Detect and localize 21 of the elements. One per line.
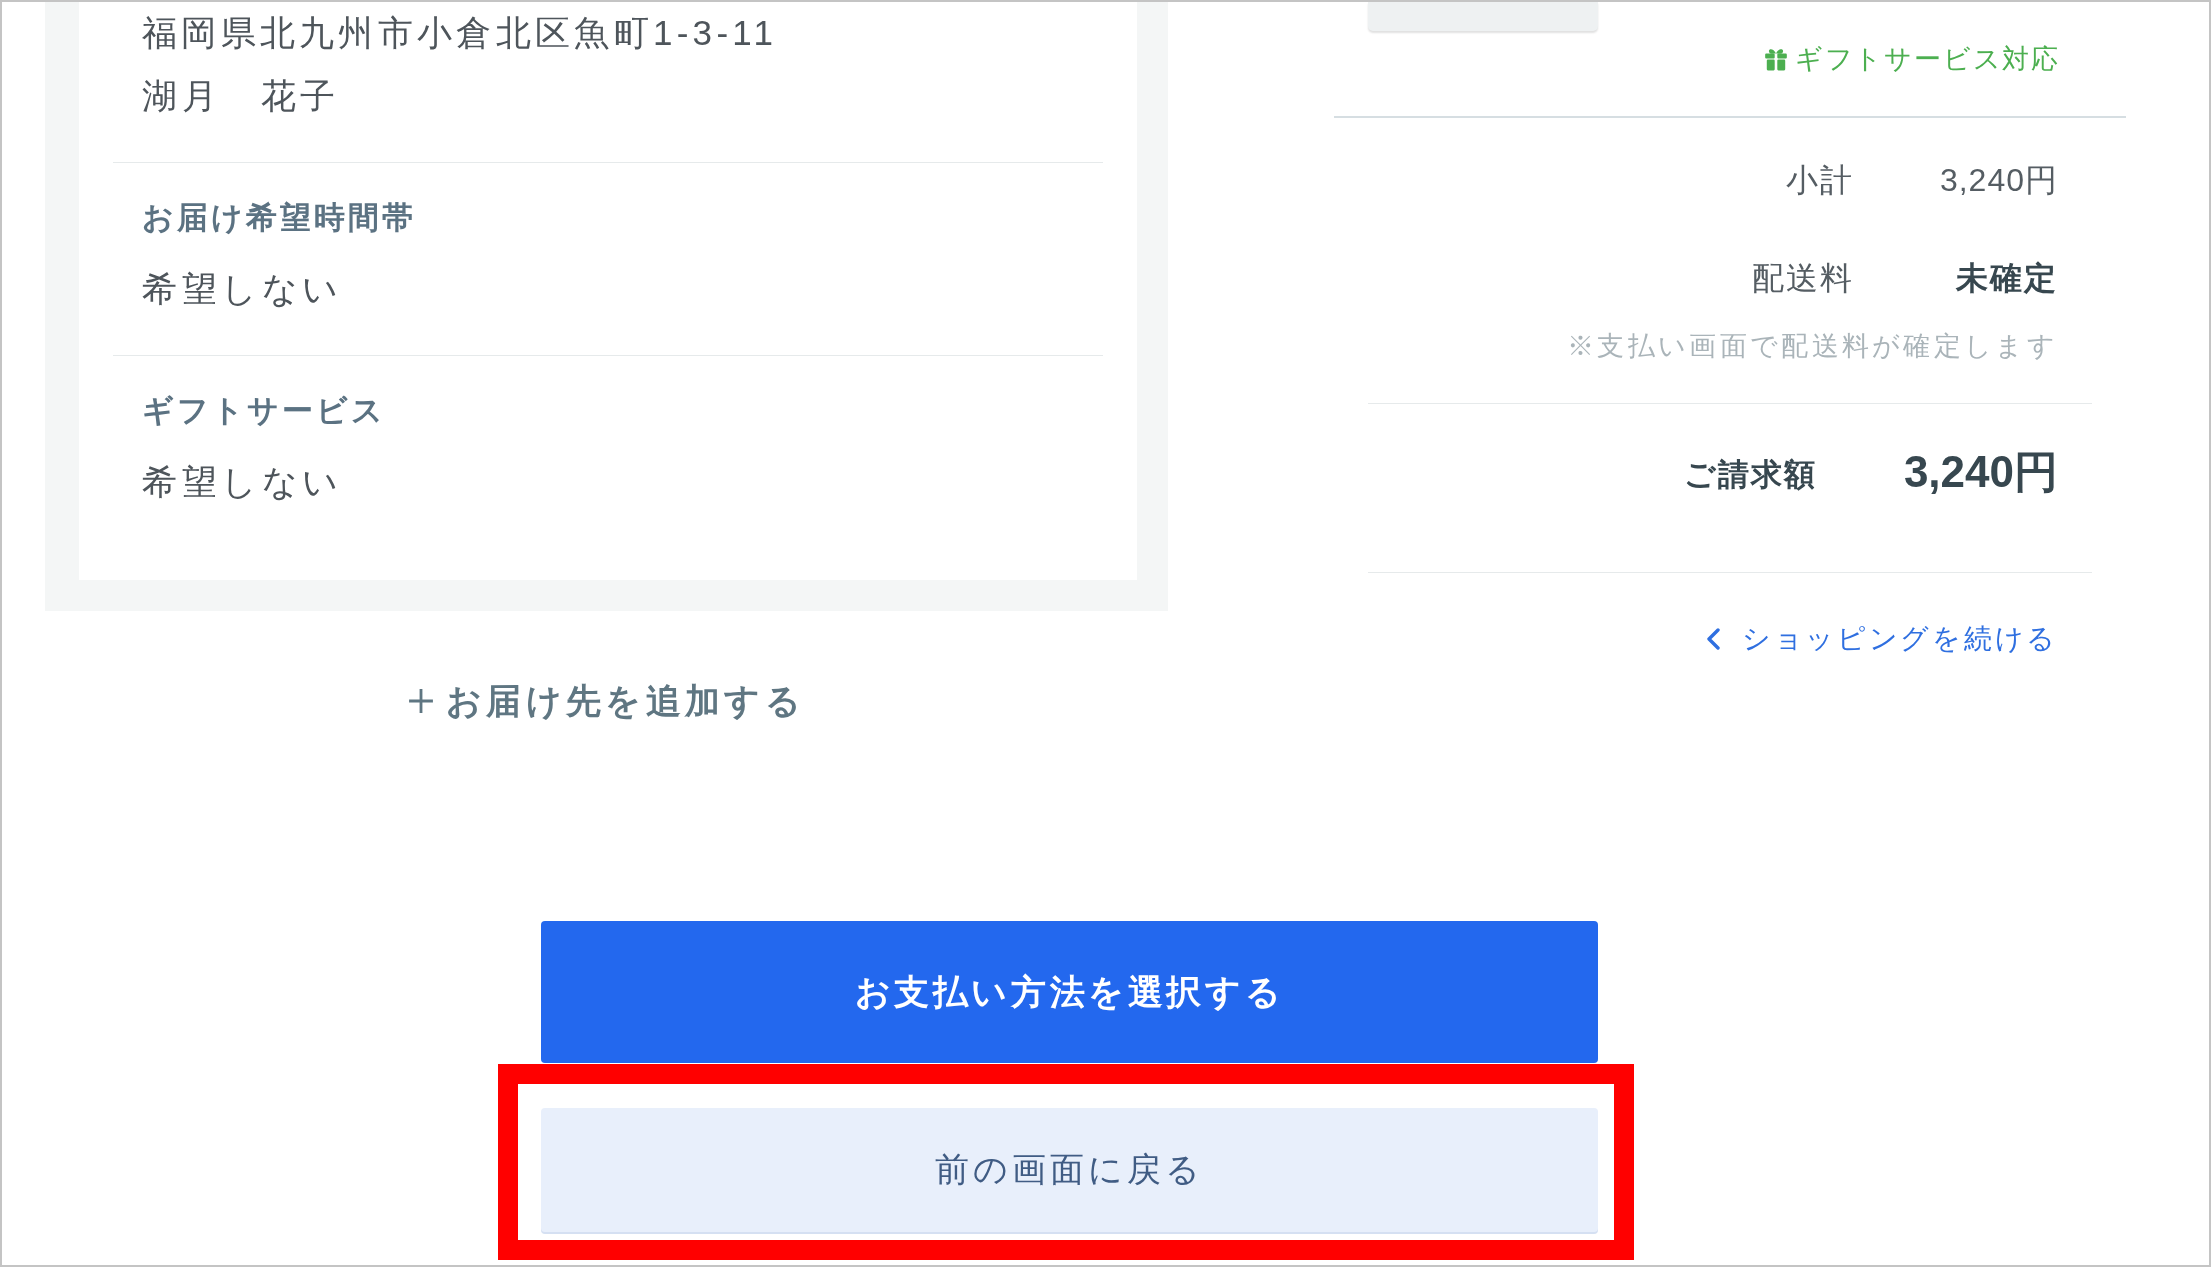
summary-label: 配送料 [1752,259,1854,298]
back-button[interactable]: 前の画面に戻る [541,1108,1598,1232]
add-destination-link[interactable]: お届け先を追加する [408,671,805,731]
summary-value: 未確定 [1956,259,2058,298]
address-text: 福岡県北九州市小倉北区魚町1-3-11 [142,12,778,54]
continue-shopping-link[interactable]: ショッピングを続ける [1706,617,2058,661]
summary-value: 3,240円 [1939,161,2058,200]
field-value: 希望しない [142,461,343,503]
recipient-name: 湖月 花子 [142,75,340,117]
gift-service-label: ギフトサービス対応 [1794,43,2060,76]
gift-icon [1762,46,1789,72]
field-label: ギフトサービス [142,392,386,430]
shipping-note: ※支払い画面で配送料が確定します [1567,330,2058,363]
summary-label: 小計 [1786,161,1854,200]
chevron-left-icon [1706,628,1720,650]
total-label: ご請求額 [1684,456,1817,494]
select-payment-button[interactable]: お支払い方法を選択する [541,921,1598,1063]
total-amount: 3,240円 [1903,445,2058,498]
field-label: お届け希望時間帯 [142,199,416,237]
field-value: 希望しない [142,268,343,310]
plus-icon [408,688,435,714]
